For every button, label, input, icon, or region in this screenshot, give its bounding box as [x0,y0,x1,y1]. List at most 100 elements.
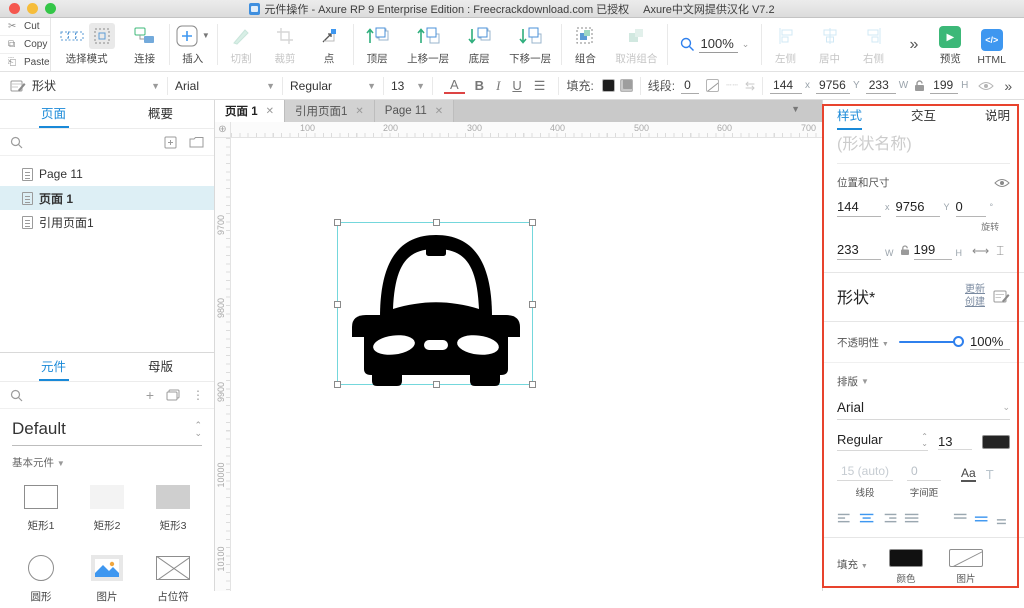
text-shadow-icon[interactable]: T [986,467,997,484]
font-color-button[interactable]: A [444,78,465,94]
canvas-tab[interactable]: Page 11 ✕ [374,100,455,122]
eye-icon[interactable] [994,178,1010,188]
align-text-right-icon[interactable] [882,512,897,525]
send-to-back-tool[interactable]: 底层 [457,18,501,71]
y-position-field[interactable]: 9756 [816,78,851,94]
zoom-control[interactable]: 100% ⌄ [680,36,749,53]
group-tool[interactable]: 组合 [563,18,607,71]
insert-tool[interactable]: ▼ 插入 [171,18,215,71]
tab-notes[interactable]: 说明 [985,100,1010,132]
canvas-area[interactable]: 页面 1 ✕ 引用页面1 ✕ Page 11 ✕ ▼ ⊕ 100 200 300 40… [215,100,822,591]
canvas-tab-active[interactable]: 页面 1 ✕ [215,100,285,122]
widget-rectangle1[interactable]: 矩形1 [8,476,74,533]
fill-shadow-swatch[interactable] [619,79,633,92]
search-icon[interactable] [10,136,23,149]
align-center-tool[interactable]: 居中 [808,18,852,71]
inspector-weight-dropdown[interactable]: Regular ⌃ ⌄ [837,432,928,451]
fill-color-swatch[interactable] [889,549,923,567]
tab-interaction[interactable]: 交互 [911,100,936,132]
more-format-button[interactable]: » [1004,78,1012,94]
page-item[interactable]: Page 11 [0,162,214,186]
update-style-link[interactable]: 更新 [965,283,985,296]
align-right-tool[interactable]: 右侧 [852,18,896,71]
tab-widgets[interactable]: 元件 [0,353,107,381]
rotation-input[interactable] [955,199,986,217]
line-type-icon[interactable]: ┄┄ [726,80,739,91]
width-field[interactable]: 233 [865,78,896,94]
html-export-button[interactable]: </> HTML [969,18,1014,71]
underline-button[interactable]: U [506,78,527,93]
opacity-slider[interactable] [898,336,964,347]
tab-overflow-icon[interactable]: ▼ [791,104,800,114]
eye-icon[interactable] [978,81,995,91]
select-intersect-icon[interactable] [59,23,85,49]
tab-pages[interactable]: 页面 [0,100,107,128]
select-contain-icon[interactable] [88,22,115,49]
widget-placeholder[interactable]: 占位符 [140,547,206,604]
resize-handle-se[interactable] [529,381,536,388]
fit-width-icon[interactable]: ⟷ [972,244,989,258]
cut-button[interactable]: ✂ Cut [0,18,50,36]
slice-tool[interactable]: 切割 [219,18,263,71]
lock-icon[interactable] [914,79,925,92]
align-bottom-icon[interactable] [996,512,1010,525]
zoom-level-value[interactable]: 100% [698,36,738,53]
page-item-selected[interactable]: 页面 1 [0,186,214,210]
widget-image[interactable]: 图片 [74,547,140,604]
fill-color-swatch[interactable] [601,79,615,92]
connect-tool[interactable]: 连接 [123,18,167,71]
italic-button[interactable]: I [490,78,506,94]
align-text-center-icon[interactable] [859,512,874,525]
align-top-icon[interactable] [953,512,967,525]
inspector-font-dropdown[interactable]: Arial ⌄ [837,395,1010,420]
resize-handle-n[interactable] [433,219,440,226]
text-case-icon[interactable]: Aa [961,466,976,482]
tab-outline[interactable]: 概要 [107,100,214,128]
typography-label[interactable]: 排版 ▼ [837,374,1010,389]
paste-button[interactable]: ⎗ Paste [0,54,50,71]
crop-tool[interactable]: 裁剪 [263,18,307,71]
resize-handle-nw[interactable] [334,219,341,226]
kebab-menu-icon[interactable]: ⋮ [192,388,204,402]
arrow-style-icon[interactable]: ⇆ [745,79,755,93]
preview-button[interactable]: ▶ 预览 [931,18,969,71]
y-position-input[interactable] [895,199,940,217]
resize-handle-ne[interactable] [529,219,536,226]
selection-bounding-box[interactable] [334,219,536,388]
widget-rectangle2[interactable]: 矩形2 [74,476,140,533]
height-input[interactable] [913,242,952,260]
widget-ellipse[interactable]: 圆形 [8,547,74,604]
ruler-origin-icon[interactable]: ⊕ [215,122,231,138]
font-size-dropdown[interactable]: 13 ▼ [391,79,425,93]
add-library-icon[interactable]: + [146,387,154,403]
canvas-tab[interactable]: 引用页面1 ✕ [284,100,375,122]
point-tool[interactable]: 点 [307,18,351,71]
libraries-icon[interactable] [166,389,180,401]
fit-height-icon[interactable]: ⌶ [996,243,1004,259]
page-item[interactable]: 引用页面1 [0,210,214,234]
font-color-swatch[interactable] [982,434,1010,449]
line-width-field[interactable]: 0 [681,78,700,94]
close-tab-icon[interactable]: ✕ [355,106,363,117]
line-height-value[interactable]: 15 (auto) [837,464,894,481]
edit-style-icon[interactable] [993,289,1010,304]
bullet-list-button[interactable]: ☰ [528,78,552,94]
widget-rectangle3[interactable]: 矩形3 [140,476,206,533]
ungroup-tool[interactable]: 取消组合 [607,18,665,71]
font-weight-dropdown[interactable]: Regular ▼ [290,79,376,93]
car-shape[interactable] [338,223,534,386]
add-page-icon[interactable] [164,136,177,149]
widget-style-dropdown[interactable]: 形状 ▼ [32,77,160,94]
create-style-link[interactable]: 创建 [965,296,985,309]
fill-section-label[interactable]: 填充 ▼ [837,557,889,572]
height-field[interactable]: 199 [930,78,959,94]
bring-to-front-tool[interactable]: 顶层 [355,18,399,71]
x-position-input[interactable] [837,199,881,217]
close-tab-icon[interactable]: ✕ [266,106,274,117]
char-spacing-value[interactable]: 0 [907,464,942,481]
tab-style[interactable]: 样式 [837,100,863,132]
send-backward-tool[interactable]: 下移一层 [501,18,559,71]
library-selector[interactable]: Default ⌃ ⌄ [12,419,202,446]
align-text-left-icon[interactable] [837,512,852,525]
x-position-field[interactable]: 144 [770,78,803,94]
